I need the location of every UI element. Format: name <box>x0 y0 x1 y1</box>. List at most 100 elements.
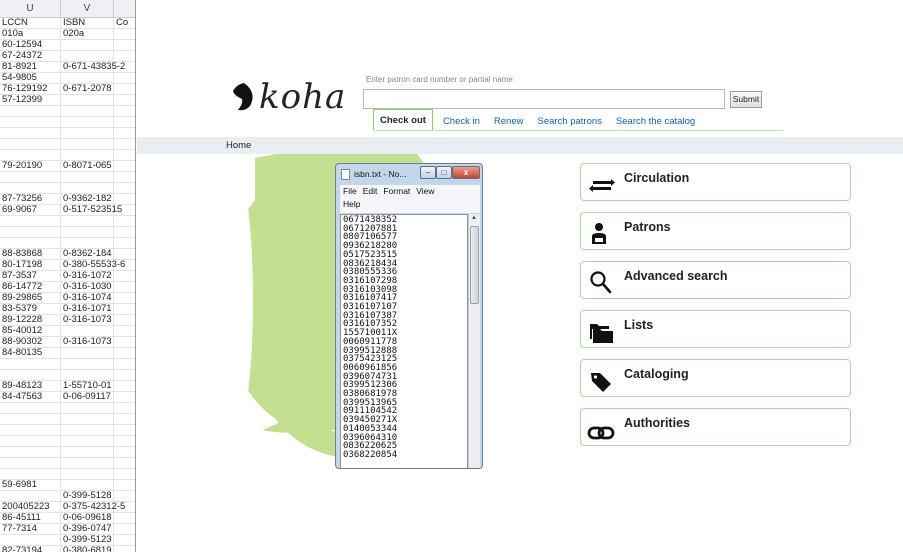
notepad-window[interactable]: isbn.txt - No... – □ x File Edit Format Vie… <box>335 163 483 469</box>
spreadsheet-cell[interactable]: 89-29865 <box>0 293 61 303</box>
spreadsheet-cell[interactable] <box>0 425 61 435</box>
spreadsheet-cell[interactable]: 84-47563 <box>0 392 61 402</box>
menu-file[interactable]: File <box>343 185 357 198</box>
spreadsheet-cell[interactable]: 0-316-1071 <box>61 304 114 314</box>
spreadsheet-cell[interactable] <box>0 227 61 237</box>
spreadsheet-cell[interactable] <box>114 84 135 94</box>
spreadsheet-cell[interactable] <box>61 359 114 369</box>
spreadsheet-cell[interactable] <box>114 73 135 83</box>
tab-check-in[interactable]: Check in <box>443 113 480 131</box>
spreadsheet-cell[interactable] <box>114 480 135 490</box>
spreadsheet-cell[interactable]: 79-20190 <box>0 161 61 171</box>
spreadsheet-cell[interactable] <box>61 326 114 336</box>
spreadsheet-cell[interactable] <box>114 95 135 105</box>
spreadsheet-cell[interactable] <box>114 205 135 215</box>
spreadsheet-cell[interactable]: 69-9067 <box>0 205 61 215</box>
spreadsheet-cell[interactable] <box>0 436 61 446</box>
nav-patrons[interactable]: Patrons <box>580 212 851 250</box>
spreadsheet-cell[interactable]: 010a <box>0 29 61 39</box>
spreadsheet-cell[interactable] <box>61 436 114 446</box>
tab-search-patrons[interactable]: Search patrons <box>537 113 601 131</box>
spreadsheet-cell[interactable] <box>0 403 61 413</box>
spreadsheet-cell[interactable] <box>61 480 114 490</box>
menu-help[interactable]: Help <box>343 198 360 211</box>
notepad-titlebar[interactable]: isbn.txt - No... – □ x <box>336 164 482 184</box>
spreadsheet-cell[interactable] <box>0 106 61 116</box>
nav-circulation[interactable]: Circulation <box>580 163 851 201</box>
spreadsheet-cell[interactable] <box>114 469 135 479</box>
spreadsheet-cell[interactable] <box>0 469 61 479</box>
spreadsheet-cell[interactable]: 81-8921 <box>0 62 61 72</box>
spreadsheet-cell[interactable] <box>61 117 114 127</box>
spreadsheet-cell[interactable]: 0-380-6819 <box>61 546 114 552</box>
spreadsheet-cell[interactable] <box>0 172 61 182</box>
spreadsheet-cell[interactable]: 0-399-5128 <box>61 491 114 501</box>
spreadsheet-cell[interactable] <box>114 172 135 182</box>
spreadsheet-cell[interactable] <box>0 139 61 149</box>
spreadsheet-cell[interactable]: 83-5379 <box>0 304 61 314</box>
spreadsheet-cell[interactable]: ISBN <box>61 18 114 28</box>
spreadsheet-cell[interactable]: 89-12228 <box>0 315 61 325</box>
spreadsheet-cell[interactable] <box>0 370 61 380</box>
spreadsheet-cell[interactable] <box>61 216 114 226</box>
scroll-up-icon[interactable]: ▲ <box>471 215 477 221</box>
spreadsheet-cell[interactable] <box>0 458 61 468</box>
spreadsheet-cell[interactable] <box>61 172 114 182</box>
spreadsheet-cell[interactable] <box>114 546 135 552</box>
spreadsheet-cell[interactable] <box>61 139 114 149</box>
spreadsheet-cell[interactable] <box>114 447 135 457</box>
spreadsheet-cell[interactable] <box>61 447 114 457</box>
spreadsheet-cell[interactable] <box>114 403 135 413</box>
spreadsheet-cell[interactable] <box>61 469 114 479</box>
spreadsheet-cell[interactable]: 0-399-5123 <box>61 535 114 545</box>
spreadsheet-cell[interactable]: 0-9362-182 <box>61 194 114 204</box>
patron-search-input[interactable] <box>363 89 725 109</box>
spreadsheet-cell[interactable] <box>114 238 135 248</box>
spreadsheet-cell[interactable]: 0-316-1072 <box>61 271 114 281</box>
spreadsheet-cell[interactable]: 0-06-09117 <box>61 392 114 402</box>
spreadsheet-cell[interactable] <box>114 535 135 545</box>
spreadsheet-cell[interactable] <box>61 370 114 380</box>
spreadsheet-cell[interactable] <box>0 447 61 457</box>
spreadsheet-cell[interactable]: 0-316-1074 <box>61 293 114 303</box>
spreadsheet-cell[interactable]: LCCN <box>0 18 61 28</box>
spreadsheet-cell[interactable]: 0-316-1073 <box>61 337 114 347</box>
spreadsheet-cell[interactable]: 84-80135 <box>0 348 61 358</box>
minimize-button[interactable]: – <box>420 166 436 179</box>
spreadsheet-cell[interactable] <box>114 183 135 193</box>
spreadsheet-cell[interactable] <box>0 128 61 138</box>
spreadsheet-cell[interactable] <box>114 359 135 369</box>
koha-logo[interactable]: koha <box>231 77 346 117</box>
spreadsheet-cell[interactable]: 0-316-1030 <box>61 282 114 292</box>
spreadsheet-cell[interactable]: 0-8362-184 <box>61 249 114 259</box>
spreadsheet-cell[interactable] <box>114 392 135 402</box>
spreadsheet-cell[interactable]: 88-90302 <box>0 337 61 347</box>
spreadsheet-cell[interactable] <box>61 40 114 50</box>
spreadsheet-cell[interactable] <box>61 183 114 193</box>
spreadsheet-cell[interactable]: 89-48123 <box>0 381 61 391</box>
spreadsheet-cell[interactable] <box>61 227 114 237</box>
menu-format[interactable]: Format <box>383 185 410 198</box>
spreadsheet-cell[interactable]: 60-12594 <box>0 40 61 50</box>
spreadsheet-cell[interactable]: 86-45111 <box>0 513 61 523</box>
spreadsheet-cell[interactable]: 0-380-55533-6 <box>61 260 125 270</box>
spreadsheet-cell[interactable]: 0-8071-065 <box>61 161 114 171</box>
spreadsheet-cell[interactable] <box>114 62 135 72</box>
notepad-scrollbar[interactable]: ▲ <box>468 214 480 468</box>
spreadsheet-cell[interactable]: 59-6981 <box>0 480 61 490</box>
spreadsheet-cell[interactable] <box>61 73 114 83</box>
spreadsheet-cell[interactable] <box>61 51 114 61</box>
spreadsheet-cell[interactable]: 77-7314 <box>0 524 61 534</box>
spreadsheet-cell[interactable] <box>114 524 135 534</box>
spreadsheet-cell[interactable]: 82-73194 <box>0 546 61 552</box>
spreadsheet-cell[interactable] <box>114 117 135 127</box>
spreadsheet-cell[interactable]: 88-83868 <box>0 249 61 259</box>
breadcrumb-home[interactable]: Home <box>226 140 251 151</box>
spreadsheet-cell[interactable] <box>114 436 135 446</box>
spreadsheet-cell[interactable] <box>114 381 135 391</box>
spreadsheet-cell[interactable]: 020a <box>61 29 114 39</box>
spreadsheet-cell[interactable] <box>114 348 135 358</box>
spreadsheet-cell[interactable]: 54-9805 <box>0 73 61 83</box>
spreadsheet-cell[interactable] <box>0 238 61 248</box>
spreadsheet-cell[interactable] <box>61 348 114 358</box>
